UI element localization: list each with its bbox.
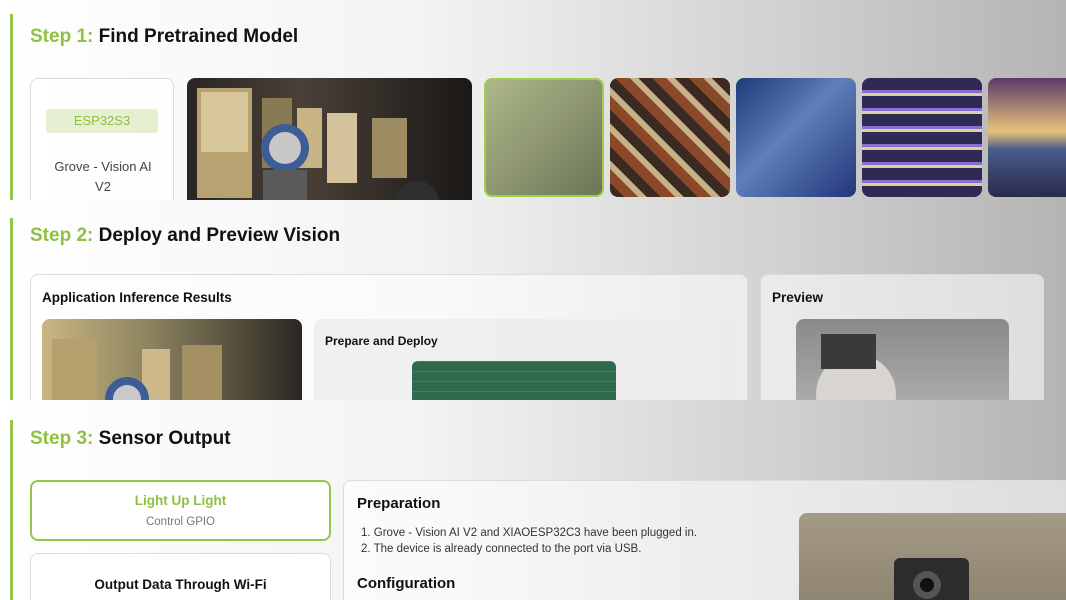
preview-card: Preview	[760, 274, 1044, 400]
step1-accent-bar	[10, 14, 13, 200]
option-light-up-light[interactable]: Light Up Light Control GPIO	[30, 480, 331, 541]
option1-title: Light Up Light	[134, 493, 227, 508]
option1-subtitle: Control GPIO	[145, 516, 216, 528]
device-chip: ESP32S3	[46, 109, 158, 133]
step2-prefix: Step 2:	[30, 225, 94, 246]
option2-title: Output Data Through Wi-Fi	[94, 577, 267, 592]
step1-title: Step 1: Find Pretrained Model	[30, 26, 298, 48]
preparation-steps: 1. Grove - Vision AI V2 and XIAOESP32C3 …	[361, 527, 697, 559]
camera-module-illustration	[894, 558, 969, 600]
device-card[interactable]: ESP32S3 Grove - Vision AI V2	[30, 78, 174, 200]
device-name-line1: Grove - Vision AI	[54, 159, 152, 174]
thumbnail-blue-wave[interactable]	[736, 78, 856, 197]
step2-accent-bar	[10, 218, 13, 400]
step1-prefix: Step 1:	[30, 26, 94, 47]
prep-step-2: 2. The device is already connected to th…	[361, 543, 642, 555]
step3-section: Step 3: Sensor Output Light Up Light Con…	[0, 400, 1066, 600]
prepare-deploy-panel: Prepare and Deploy	[314, 319, 736, 400]
instructions-card: Preparation 1. Grove - Vision AI V2 and …	[343, 480, 1066, 600]
prep-step-1: 1. Grove - Vision AI V2 and XIAOESP32C3 …	[361, 527, 698, 539]
option-output-wifi[interactable]: Output Data Through Wi-Fi	[30, 553, 331, 600]
preparation-heading: Preparation	[357, 495, 441, 512]
inference-results-title: Application Inference Results	[42, 290, 232, 305]
preview-robot-head-illustration	[816, 334, 896, 400]
step2-title: Step 2: Deploy and Preview Vision	[30, 225, 340, 247]
device-name-line2: V2	[95, 179, 111, 194]
step1-section: Step 1: Find Pretrained Model ESP32S3 Gr…	[0, 0, 1066, 200]
thumbnail-sunset-grid[interactable]	[988, 78, 1066, 197]
thumbnail-robot-gallery[interactable]	[484, 78, 604, 197]
step2-section: Step 2: Deploy and Preview Vision Applic…	[0, 218, 1066, 400]
step3-accent-bar	[10, 420, 13, 600]
step3-prefix: Step 3:	[30, 428, 94, 449]
robot-gallery-illustration	[197, 88, 439, 200]
step3-title: Step 3: Sensor Output	[30, 428, 231, 450]
inference-results-image	[42, 319, 302, 400]
step3-title-text: Sensor Output	[98, 428, 231, 449]
configuration-heading: Configuration	[357, 575, 456, 592]
thumbnail-stacked-layers[interactable]	[862, 78, 982, 197]
step1-title-text: Find Pretrained Model	[98, 26, 299, 47]
inference-robot-illustration	[52, 339, 222, 400]
board-photo	[412, 361, 616, 400]
prepare-deploy-title: Prepare and Deploy	[325, 334, 438, 348]
inference-results-card: Application Inference Results Prepare an…	[30, 274, 748, 400]
device-photo	[799, 513, 1066, 600]
thumbnail-cube-pattern[interactable]	[610, 78, 730, 197]
preview-title: Preview	[772, 290, 824, 305]
preview-image	[796, 319, 1009, 400]
step2-title-text: Deploy and Preview Vision	[98, 225, 341, 246]
featured-model-image[interactable]	[187, 78, 472, 200]
